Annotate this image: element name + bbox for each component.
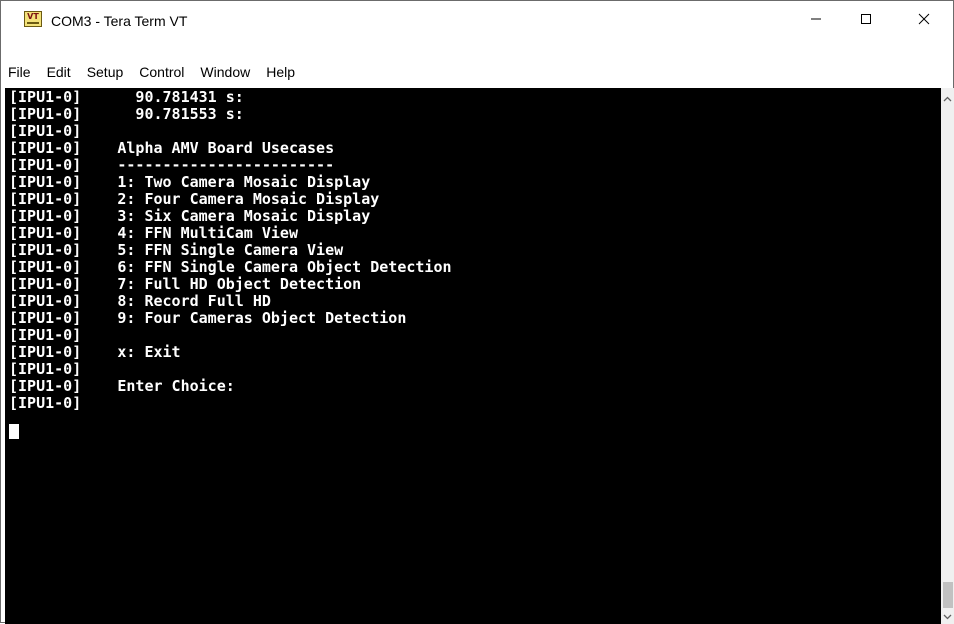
menu-setup[interactable]: Setup [79,58,132,86]
menu-control[interactable]: Control [131,58,192,86]
terminal-line: [IPU1-0] [9,122,82,140]
terminal-line: [IPU1-0] 1: Two Camera Mosaic Display [9,173,371,191]
maximize-icon [861,14,871,24]
menu-help[interactable]: Help [258,58,303,86]
title-bar[interactable]: VT COM3 - Tera Term VT [1,1,953,41]
terminal-line: [IPU1-0] [9,326,82,344]
scroll-up-button[interactable] [941,92,954,106]
teraterm-app-icon[interactable]: VT [24,11,42,27]
terminal-window: VT COM3 - Tera Term VT File Edit Setup C… [0,0,954,624]
menu-edit[interactable]: Edit [39,58,79,86]
terminal-line: [IPU1-0] 2: Four Camera Mosaic Display [9,190,380,208]
close-button[interactable] [901,1,947,37]
terminal-line: [IPU1-0] ------------------------ [9,156,335,174]
terminal-line: [IPU1-0] 9: Four Cameras Object Detectio… [9,309,407,327]
vertical-scrollbar[interactable] [941,88,954,624]
terminal-line: [IPU1-0] 3: Six Camera Mosaic Display [9,207,371,225]
scroll-down-arrow-icon [943,614,952,620]
terminal-line: [IPU1-0] 6: FFN Single Camera Object Det… [9,258,452,276]
terminal-line: [IPU1-0] 7: Full HD Object Detection [9,275,362,293]
terminal-line: [IPU1-0] [9,394,82,412]
window-title: COM3 - Tera Term VT [51,13,188,29]
maximize-button[interactable] [843,1,889,37]
terminal-line: [IPU1-0] 8: Record Full HD [9,292,271,310]
terminal-line: [IPU1-0] x: Exit [9,343,181,361]
close-icon [918,13,930,25]
scroll-up-arrow-icon [943,96,952,102]
minimize-button[interactable] [793,1,839,37]
terminal-line: [IPU1-0] 90.781553 s: [9,105,244,123]
scroll-down-button[interactable] [941,610,954,624]
menu-window[interactable]: Window [192,58,258,86]
terminal-line: [IPU1-0] Enter Choice: [9,377,235,395]
menu-file[interactable]: File [1,58,39,86]
terminal-line: [IPU1-0] Alpha AMV Board Usecases [9,139,335,157]
menu-bar: File Edit Setup Control Window Help [1,58,953,86]
terminal-line: [IPU1-0] 90.781431 s: [9,88,244,106]
terminal-line: [IPU1-0] 5: FFN Single Camera View [9,241,344,259]
terminal-line: [IPU1-0] [9,360,82,378]
terminal-cursor [9,424,19,439]
terminal-line: [IPU1-0] 4: FFN MultiCam View [9,224,298,242]
terminal-output[interactable]: [IPU1-0] 90.781431 s: [IPU1-0] 90.781553… [5,88,941,624]
scrollbar-thumb[interactable] [943,582,953,608]
minimize-icon [811,18,821,20]
